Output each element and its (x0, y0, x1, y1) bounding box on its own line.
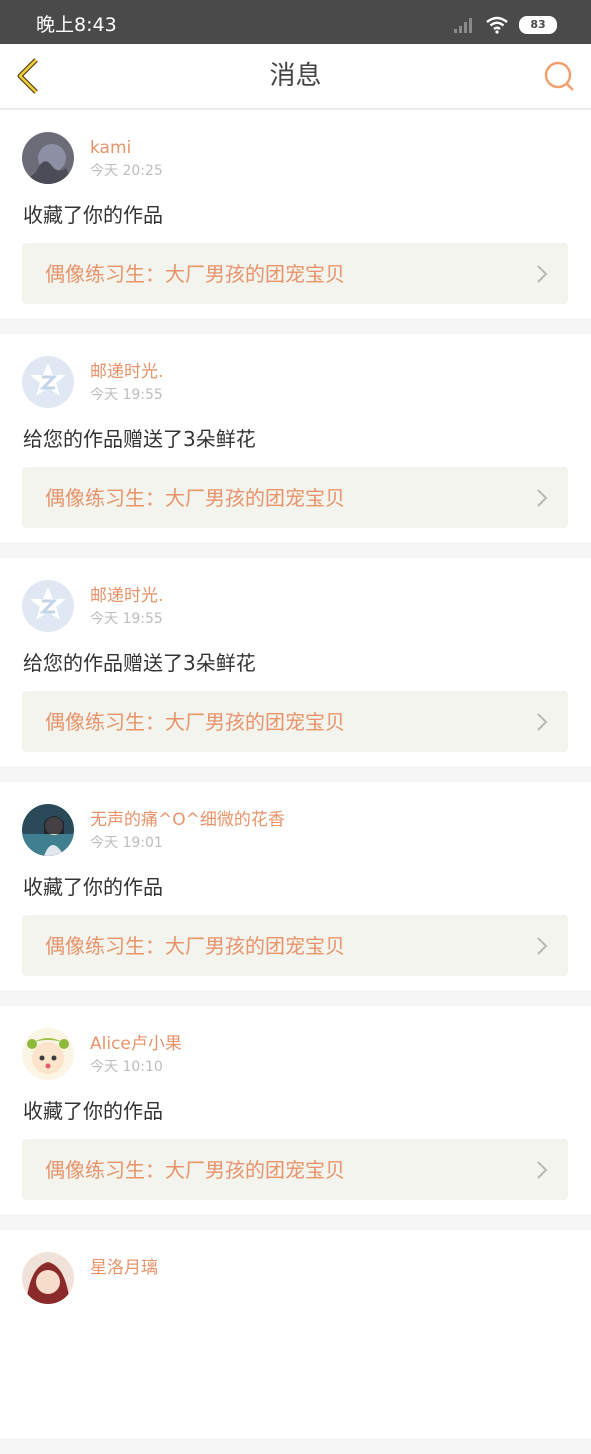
avatar[interactable] (22, 1028, 74, 1080)
message-card: 星洛月璃 (0, 1230, 591, 1438)
search-icon[interactable] (541, 58, 577, 94)
action-text: 收藏了你的作品 (23, 203, 163, 227)
work-link[interactable]: 偶像练习生：大厂男孩的团宠宝贝 (22, 467, 568, 528)
username[interactable]: 无声的痛^O^细微的花香 (90, 809, 285, 831)
work-link[interactable]: 偶像练习生：大厂男孩的团宠宝贝 (22, 915, 568, 976)
message-card: kami 今天 20:25 收藏了你的作品 偶像练习生：大厂男孩的团宠宝贝 (0, 110, 591, 318)
chevron-right-icon (537, 937, 548, 955)
chevron-right-icon (537, 489, 548, 507)
signal-icon (454, 18, 472, 33)
timestamp: 今天 20:25 (90, 163, 163, 179)
avatar[interactable] (22, 580, 74, 632)
username[interactable]: Alice卢小果 (90, 1033, 182, 1055)
chevron-right-icon (537, 1161, 548, 1179)
message-list: kami 今天 20:25 收藏了你的作品 偶像练习生：大厂男孩的团宠宝贝 邮递… (0, 110, 591, 1454)
wifi-icon (486, 16, 508, 34)
timestamp: 今天 10:10 (90, 1059, 163, 1075)
timestamp: 今天 19:55 (90, 611, 163, 627)
work-link[interactable]: 偶像练习生：大厂男孩的团宠宝贝 (22, 243, 568, 304)
username[interactable]: 星洛月璃 (90, 1257, 158, 1279)
status-bar: 晚上8:43 83 (0, 0, 591, 44)
work-title: 偶像练习生：大厂男孩的团宠宝贝 (45, 934, 345, 958)
status-icons: 83 (453, 14, 557, 36)
timestamp: 今天 19:01 (90, 835, 163, 851)
battery-icon: 83 (519, 16, 557, 34)
avatar[interactable] (22, 804, 74, 856)
action-text: 给您的作品赠送了3朵鲜花 (23, 427, 256, 451)
message-card: Alice卢小果 今天 10:10 收藏了你的作品 偶像练习生：大厂男孩的团宠宝… (0, 1006, 591, 1214)
work-link[interactable]: 偶像练习生：大厂男孩的团宠宝贝 (22, 691, 568, 752)
message-card: 无声的痛^O^细微的花香 今天 19:01 收藏了你的作品 偶像练习生：大厂男孩… (0, 782, 591, 990)
message-card: 邮递时光. 今天 19:55 给您的作品赠送了3朵鲜花 偶像练习生：大厂男孩的团… (0, 558, 591, 766)
page-title: 消息 (269, 61, 322, 91)
work-title: 偶像练习生：大厂男孩的团宠宝贝 (45, 486, 345, 510)
username[interactable]: 邮递时光. (90, 585, 163, 607)
message-card: 邮递时光. 今天 19:55 给您的作品赠送了3朵鲜花 偶像练习生：大厂男孩的团… (0, 334, 591, 542)
avatar[interactable] (22, 132, 74, 184)
action-text: 收藏了你的作品 (23, 1099, 163, 1123)
work-title: 偶像练习生：大厂男孩的团宠宝贝 (45, 1158, 345, 1182)
username[interactable]: 邮递时光. (90, 361, 163, 383)
nav-bar: 消息 (0, 44, 591, 110)
work-link[interactable]: 偶像练习生：大厂男孩的团宠宝贝 (22, 1139, 568, 1200)
username[interactable]: kami (90, 137, 131, 159)
timestamp: 今天 19:55 (90, 387, 163, 403)
chevron-right-icon (537, 265, 548, 283)
work-title: 偶像练习生：大厂男孩的团宠宝贝 (45, 262, 345, 286)
status-time: 晚上8:43 (36, 14, 117, 36)
work-title: 偶像练习生：大厂男孩的团宠宝贝 (45, 710, 345, 734)
action-text: 给您的作品赠送了3朵鲜花 (23, 651, 256, 675)
avatar[interactable] (22, 356, 74, 408)
action-text: 收藏了你的作品 (23, 875, 163, 899)
avatar[interactable] (22, 1252, 74, 1304)
chevron-right-icon (537, 713, 548, 731)
